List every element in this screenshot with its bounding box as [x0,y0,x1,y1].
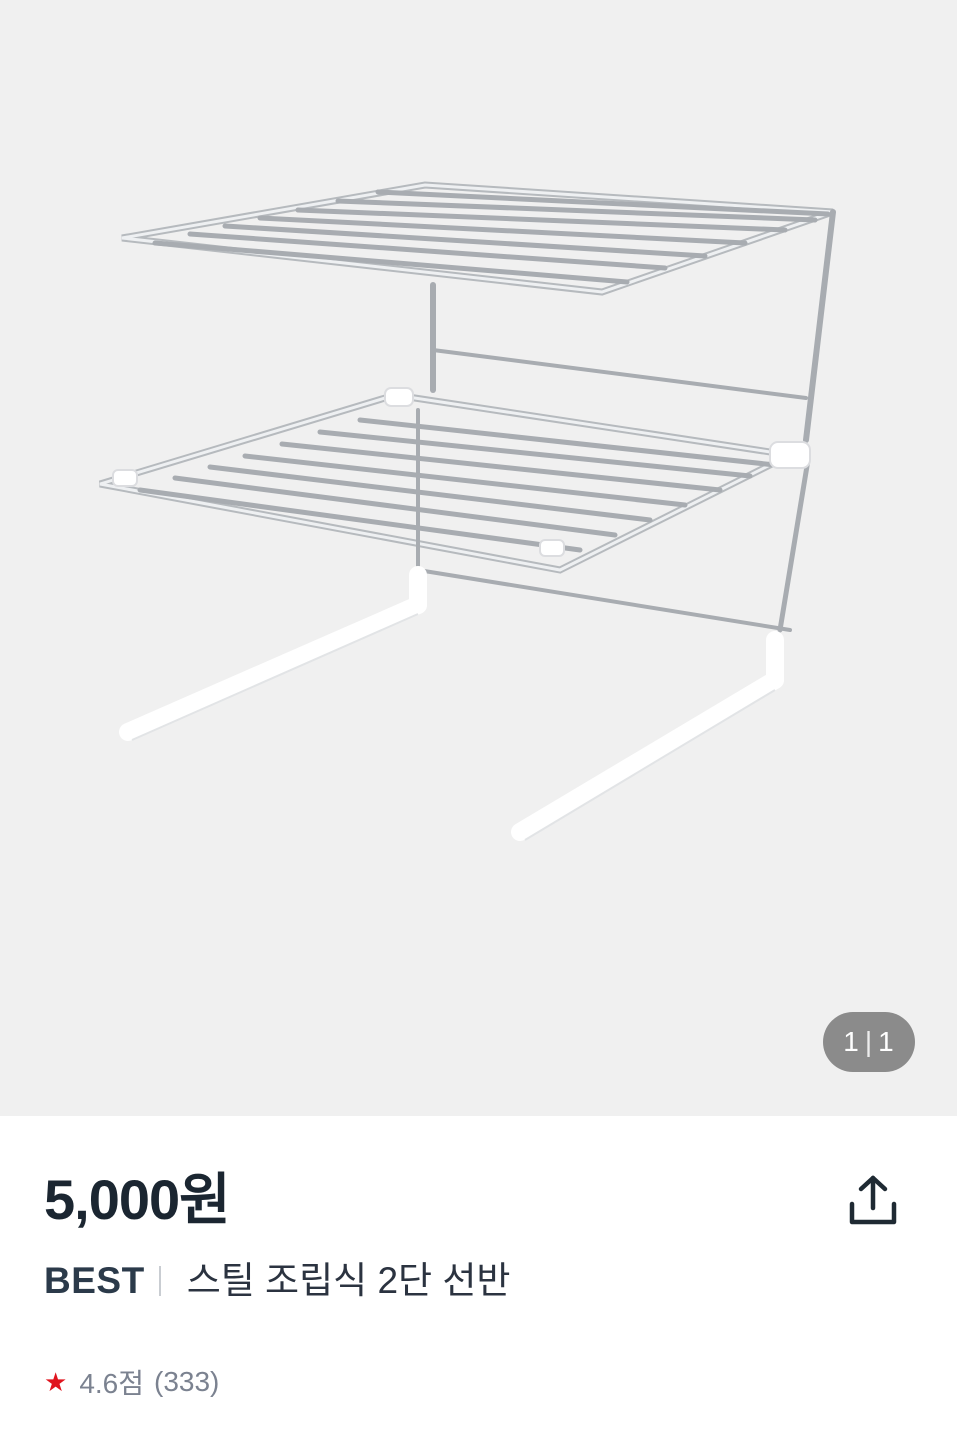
product-name: 스틸 조립식 2단 선반 [186,1260,511,1301]
product-price: 5,000원 [44,1168,231,1231]
image-page-indicator: 1 | 1 [823,1012,915,1072]
share-icon [849,1175,897,1225]
page-total: 1 [878,1026,895,1057]
share-button[interactable] [844,1172,902,1230]
page-separator: | [864,1026,874,1057]
rating-score: 4.6점 [79,1368,144,1399]
title-divider [158,1265,161,1296]
review-count: (333) [154,1366,220,1397]
page-current: 1 [843,1026,860,1057]
rating-row[interactable]: ★ 4.6점 (333) [44,1362,219,1402]
best-badge: BEST [44,1260,145,1301]
steel-rack-photo [98,181,836,841]
product-image[interactable]: 1 | 1 [0,0,957,1116]
star-icon: ★ [44,1366,68,1397]
product-title-row: BEST 스틸 조립식 2단 선반 [44,1262,510,1299]
